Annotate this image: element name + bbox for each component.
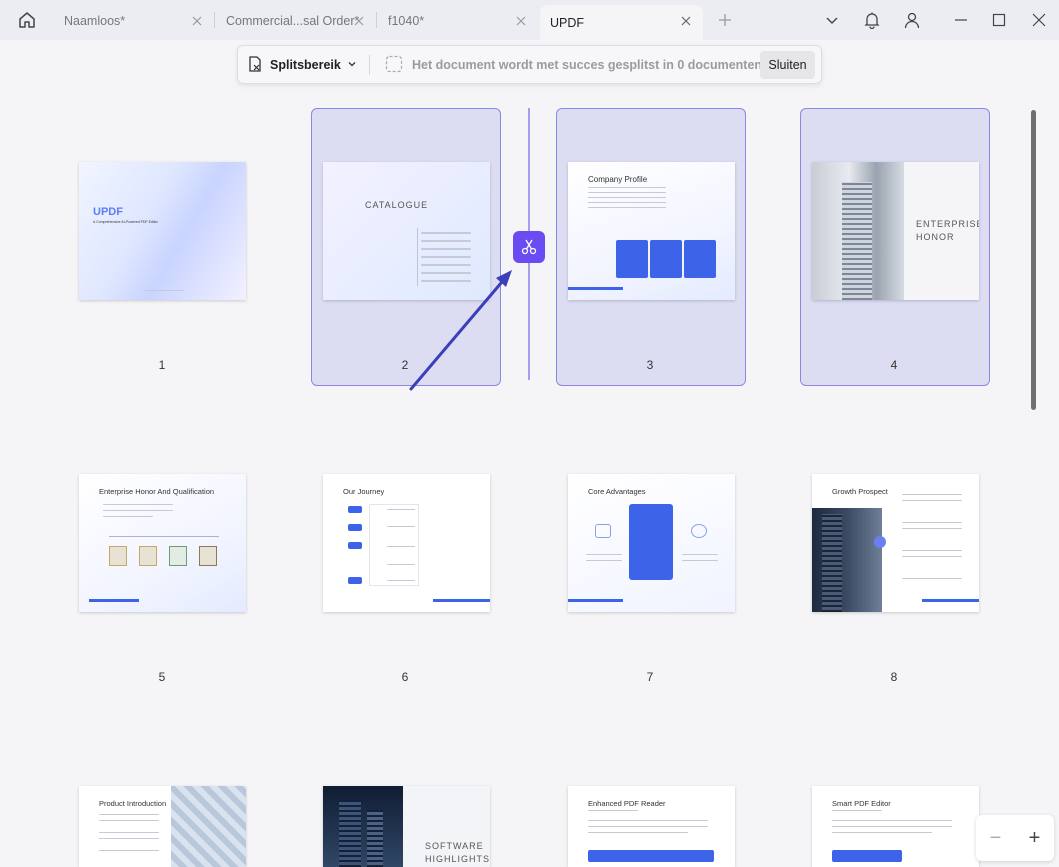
zoom-in-button[interactable]: + [1029,827,1041,850]
zoom-control: − + [976,815,1054,861]
scrollbar[interactable] [1031,110,1036,410]
zoom-out-button[interactable]: − [990,827,1002,850]
annotation-arrow [409,270,512,391]
